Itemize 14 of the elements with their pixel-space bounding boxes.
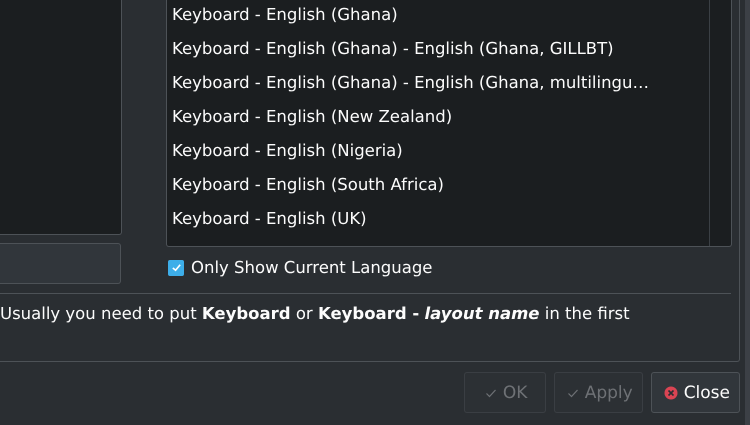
layout-item[interactable]: Keyboard - English (UK) <box>172 204 709 238</box>
layout-item[interactable]: Keyboard - English (Ghana) - English (Ghana, multilingu… <box>172 68 709 102</box>
checkbox[interactable] <box>168 260 184 276</box>
checkbox-label[interactable]: Only Show Current Language <box>191 258 432 277</box>
layout-item[interactable]: Keyboard - English (New Zealand) <box>172 102 709 136</box>
close-icon <box>664 386 678 400</box>
input-field[interactable] <box>0 243 121 284</box>
close-button[interactable]: Close <box>650 372 740 413</box>
hint-text: Usually you need to put Keyboard or Keyboard - layout name in the first <box>0 304 631 323</box>
layout-item[interactable]: Keyboard - English (Nigeria) <box>172 136 709 170</box>
layout-item[interactable]: Keyboard - English (Ghana) - English (Ghana, GILLBT) <box>172 34 709 68</box>
check-icon <box>170 262 182 273</box>
layout-item[interactable]: Keyboard - English (Ghana) <box>172 0 709 34</box>
layout-item[interactable]: Keyboard - English (South Africa) <box>172 170 709 204</box>
